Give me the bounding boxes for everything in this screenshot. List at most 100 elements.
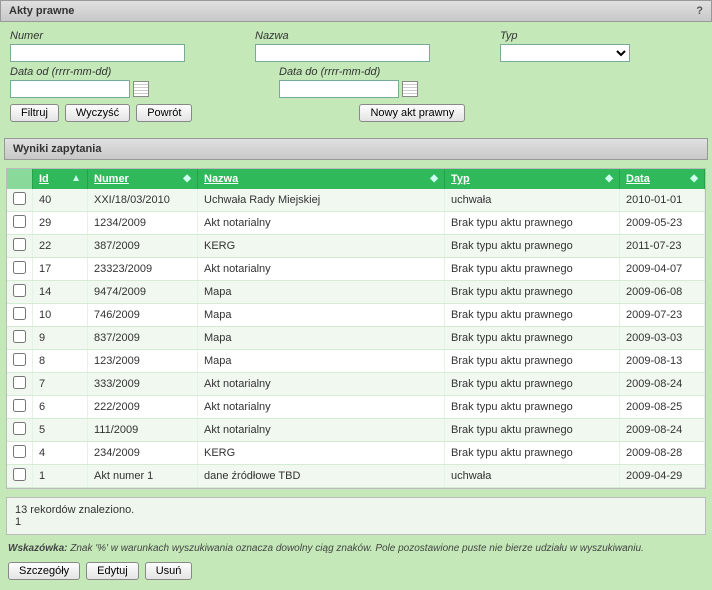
row-checkbox[interactable]: [13, 399, 26, 412]
table-row[interactable]: 1723323/2009Akt notarialnyBrak typu aktu…: [7, 258, 705, 281]
row-checkbox[interactable]: [13, 284, 26, 297]
row-checkbox[interactable]: [13, 468, 26, 481]
cell-nazwa: Akt notarialny: [198, 396, 445, 419]
cell-typ: Brak typu aktu prawnego: [445, 419, 620, 442]
table-row[interactable]: 291234/2009Akt notarialnyBrak typu aktu …: [7, 212, 705, 235]
cell-data: 2009-03-03: [620, 327, 705, 350]
table-row[interactable]: 9837/2009MapaBrak typu aktu prawnego2009…: [7, 327, 705, 350]
cell-data: 2009-08-28: [620, 442, 705, 465]
sort-icon: ◆: [690, 173, 698, 184]
numer-label: Numer: [10, 30, 185, 42]
wyczysc-button[interactable]: Wyczyść: [65, 104, 130, 122]
sort-icon: ◆: [430, 173, 438, 184]
data-od-label: Data od (rrrr-mm-dd): [10, 66, 149, 78]
szczegoly-button[interactable]: Szczegóły: [8, 562, 80, 580]
cell-id: 5: [33, 419, 88, 442]
cell-numer: 222/2009: [88, 396, 198, 419]
row-checkbox[interactable]: [13, 238, 26, 251]
cell-nazwa: Mapa: [198, 281, 445, 304]
row-checkbox[interactable]: [13, 215, 26, 228]
col-typ[interactable]: Typ◆: [445, 169, 620, 189]
cell-data: 2009-08-13: [620, 350, 705, 373]
cell-typ: Brak typu aktu prawnego: [445, 281, 620, 304]
help-icon[interactable]: ?: [696, 5, 703, 17]
cell-numer: Akt numer 1: [88, 465, 198, 488]
nowy-akt-button[interactable]: Nowy akt prawny: [359, 104, 465, 122]
row-checkbox[interactable]: [13, 330, 26, 343]
cell-nazwa: Mapa: [198, 327, 445, 350]
nazwa-input[interactable]: [255, 44, 430, 62]
cell-data: 2009-05-23: [620, 212, 705, 235]
usun-button[interactable]: Usuń: [145, 562, 193, 580]
cell-typ: uchwała: [445, 189, 620, 212]
cell-id: 6: [33, 396, 88, 419]
cell-typ: Brak typu aktu prawnego: [445, 396, 620, 419]
window-titlebar: Akty prawne ?: [0, 0, 712, 22]
cell-data: 2009-06-08: [620, 281, 705, 304]
record-count: 13 rekordów znaleziono.: [15, 504, 697, 516]
cell-nazwa: Akt notarialny: [198, 258, 445, 281]
row-checkbox[interactable]: [13, 307, 26, 320]
row-checkbox[interactable]: [13, 445, 26, 458]
row-checkbox[interactable]: [13, 376, 26, 389]
edytuj-button[interactable]: Edytuj: [86, 562, 139, 580]
cell-id: 7: [33, 373, 88, 396]
nazwa-label: Nazwa: [255, 30, 430, 42]
results-table: Id▲ Numer◆ Nazwa◆ Typ◆ Data◆ 40XXI/18/03…: [6, 168, 706, 489]
cell-typ: Brak typu aktu prawnego: [445, 212, 620, 235]
table-row[interactable]: 7333/2009Akt notarialnyBrak typu aktu pr…: [7, 373, 705, 396]
table-row[interactable]: 40XXI/18/03/2010Uchwała Rady Miejskiejuc…: [7, 189, 705, 212]
cell-data: 2009-08-24: [620, 419, 705, 442]
cell-numer: 234/2009: [88, 442, 198, 465]
row-checkbox[interactable]: [13, 192, 26, 205]
cell-data: 2011-07-23: [620, 235, 705, 258]
col-checkbox: [7, 169, 33, 189]
table-row[interactable]: 22387/2009KERGBrak typu aktu prawnego201…: [7, 235, 705, 258]
table-row[interactable]: 10746/2009MapaBrak typu aktu prawnego200…: [7, 304, 705, 327]
cell-numer: 23323/2009: [88, 258, 198, 281]
table-row[interactable]: 5111/2009Akt notarialnyBrak typu aktu pr…: [7, 419, 705, 442]
cell-numer: 387/2009: [88, 235, 198, 258]
cell-nazwa: dane źródłowe TBD: [198, 465, 445, 488]
cell-numer: 746/2009: [88, 304, 198, 327]
row-checkbox[interactable]: [13, 261, 26, 274]
cell-id: 29: [33, 212, 88, 235]
cell-typ: Brak typu aktu prawnego: [445, 235, 620, 258]
sort-icon: ◆: [605, 173, 613, 184]
cell-id: 17: [33, 258, 88, 281]
table-row[interactable]: 6222/2009Akt notarialnyBrak typu aktu pr…: [7, 396, 705, 419]
cell-numer: XXI/18/03/2010: [88, 189, 198, 212]
col-id[interactable]: Id▲: [33, 169, 88, 189]
row-checkbox[interactable]: [13, 353, 26, 366]
data-od-input[interactable]: [10, 80, 130, 98]
cell-typ: Brak typu aktu prawnego: [445, 304, 620, 327]
cell-typ: Brak typu aktu prawnego: [445, 258, 620, 281]
cell-typ: Brak typu aktu prawnego: [445, 350, 620, 373]
col-numer[interactable]: Numer◆: [88, 169, 198, 189]
filtruj-button[interactable]: Filtruj: [10, 104, 59, 122]
table-row[interactable]: 4234/2009KERGBrak typu aktu prawnego2009…: [7, 442, 705, 465]
cell-numer: 1234/2009: [88, 212, 198, 235]
col-nazwa[interactable]: Nazwa◆: [198, 169, 445, 189]
cell-nazwa: Akt notarialny: [198, 373, 445, 396]
table-row[interactable]: 149474/2009MapaBrak typu aktu prawnego20…: [7, 281, 705, 304]
calendar-icon[interactable]: [133, 81, 149, 97]
hint-text: Wskazówka: Znak '%' w warunkach wyszukiw…: [8, 543, 704, 554]
row-checkbox[interactable]: [13, 422, 26, 435]
table-row[interactable]: 1Akt numer 1dane źródłowe TBDuchwała2009…: [7, 465, 705, 488]
numer-input[interactable]: [10, 44, 185, 62]
page-number: 1: [15, 516, 697, 528]
data-do-input[interactable]: [279, 80, 399, 98]
cell-id: 8: [33, 350, 88, 373]
powrot-button[interactable]: Powrót: [136, 104, 192, 122]
cell-id: 1: [33, 465, 88, 488]
cell-nazwa: KERG: [198, 442, 445, 465]
col-data[interactable]: Data◆: [620, 169, 705, 189]
table-row[interactable]: 8123/2009MapaBrak typu aktu prawnego2009…: [7, 350, 705, 373]
calendar-icon[interactable]: [402, 81, 418, 97]
typ-select[interactable]: [500, 44, 630, 62]
cell-numer: 123/2009: [88, 350, 198, 373]
cell-nazwa: Uchwała Rady Miejskiej: [198, 189, 445, 212]
typ-label: Typ: [500, 30, 630, 42]
cell-id: 4: [33, 442, 88, 465]
